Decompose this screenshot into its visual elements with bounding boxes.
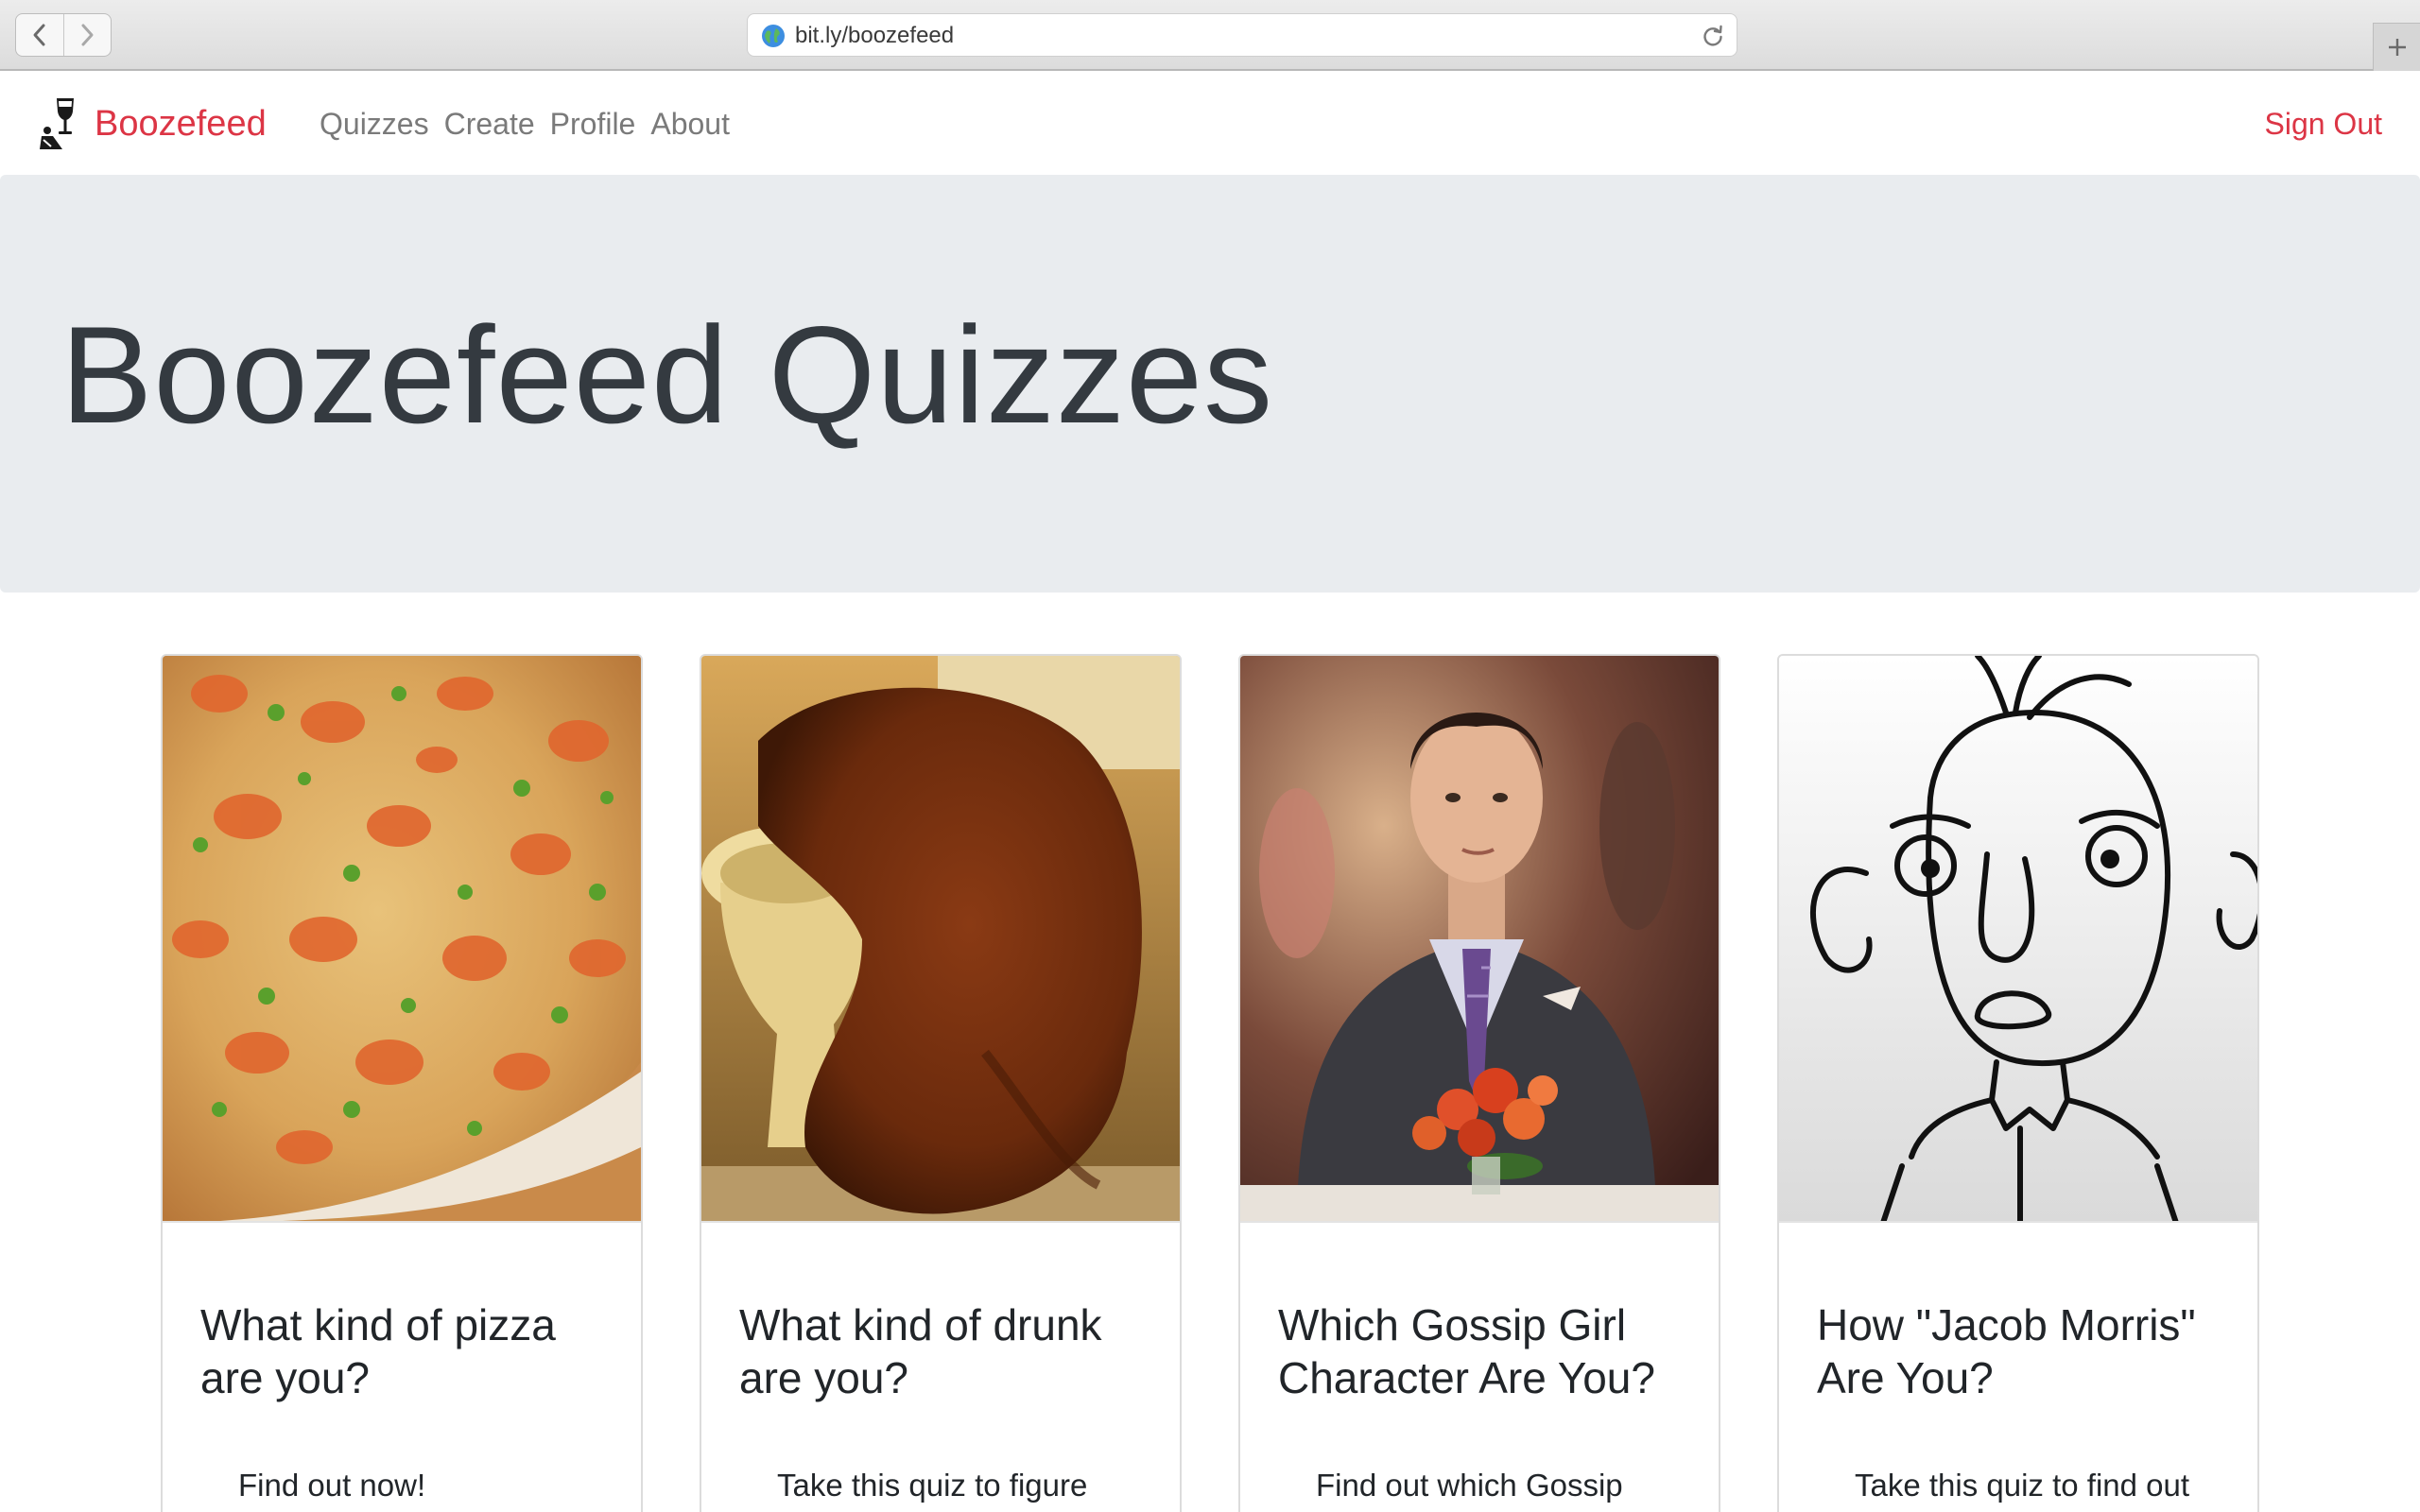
- nav-link-profile[interactable]: Profile: [550, 107, 636, 142]
- sign-out-link[interactable]: Sign Out: [2264, 73, 2382, 175]
- forward-button[interactable]: [62, 14, 112, 56]
- plus-icon: [2388, 39, 2406, 56]
- address-bar[interactable]: bit.ly/boozefeed: [747, 13, 1737, 57]
- card-title[interactable]: What kind of pizza are you?: [200, 1298, 616, 1404]
- gossip-girl-image[interactable]: [1240, 656, 1719, 1223]
- quiz-card-gossip-girl[interactable]: Which Gossip Girl Character Are You? Fin…: [1238, 654, 1720, 1512]
- card-title[interactable]: What kind of drunk are you?: [739, 1298, 1155, 1404]
- nav-link-quizzes[interactable]: Quizzes: [320, 107, 429, 142]
- nav-link-create[interactable]: Create: [444, 107, 535, 142]
- quiz-card-pizza[interactable]: What kind of pizza are you? Find out now…: [161, 654, 643, 1512]
- card-text: Find out now!: [238, 1468, 426, 1503]
- jumbotron: Boozefeed Quizzes: [0, 175, 2420, 593]
- card-text: Find out which Gossip: [1316, 1468, 1623, 1503]
- brand[interactable]: Boozefeed: [38, 95, 267, 152]
- brand-name: Boozefeed: [95, 103, 267, 144]
- card-title[interactable]: Which Gossip Girl Character Are You?: [1278, 1298, 1694, 1404]
- wine-glass-logo-icon: [40, 98, 74, 149]
- new-tab-button[interactable]: [2373, 23, 2420, 71]
- nav-links: Quizzes Create Profile About: [320, 73, 745, 175]
- back-button[interactable]: [16, 14, 63, 56]
- site-navbar: Boozefeed Quizzes Create Profile About S…: [0, 73, 2420, 175]
- chevron-left-icon: [33, 24, 45, 46]
- globe-icon: [762, 25, 785, 47]
- quiz-card-jacob-morris[interactable]: How "Jacob Morris" Are You? Take this qu…: [1777, 654, 2259, 1512]
- url-text[interactable]: bit.ly/boozefeed: [795, 14, 954, 58]
- reload-icon[interactable]: [1701, 24, 1725, 48]
- cartoon-face-image[interactable]: [1779, 656, 2257, 1223]
- card-text: Take this quiz to find out: [1855, 1468, 2190, 1503]
- browser-toolbar: bit.ly/boozefeed: [0, 0, 2420, 71]
- nav-link-about[interactable]: About: [650, 107, 730, 142]
- pizza-image[interactable]: [163, 656, 641, 1223]
- card-text: Take this quiz to figure: [777, 1468, 1088, 1503]
- history-buttons: [15, 13, 112, 57]
- page-title: Boozefeed Quizzes: [60, 298, 1274, 452]
- chevron-right-icon: [81, 24, 94, 46]
- quiz-card-drunk[interactable]: What kind of drunk are you? Take this qu…: [700, 654, 1182, 1512]
- card-title[interactable]: How "Jacob Morris" Are You?: [1817, 1298, 2233, 1404]
- drunk-bear-image[interactable]: [701, 656, 1180, 1223]
